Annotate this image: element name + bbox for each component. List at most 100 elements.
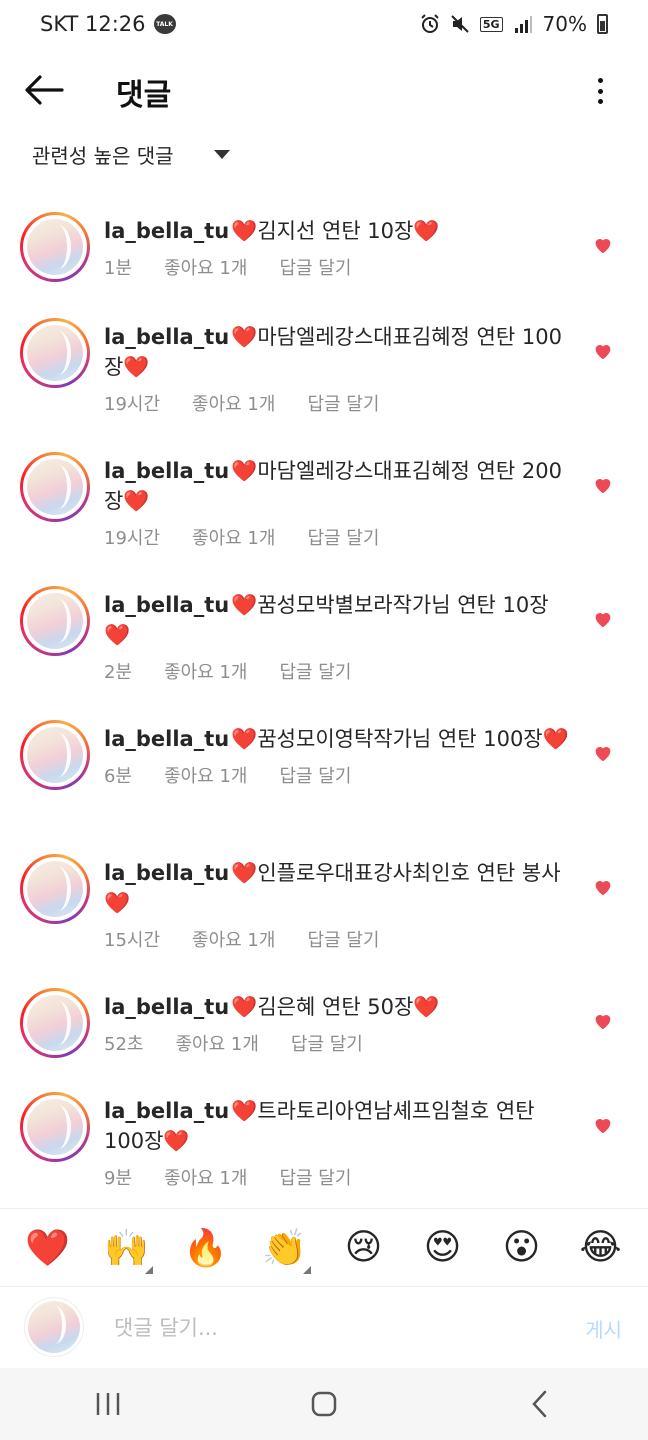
post-button[interactable]: 게시 bbox=[585, 1314, 622, 1343]
more-dot-icon bbox=[597, 78, 603, 83]
comment-likes[interactable]: 좋아요 1개 bbox=[164, 762, 247, 788]
comment-likes[interactable]: 좋아요 1개 bbox=[192, 390, 275, 416]
comment-item: la_bella_tu❤️꿈성모이영탁작가님 연탄 100장❤️ 6분 좋아요 … bbox=[0, 720, 648, 840]
heart-filled-icon[interactable] bbox=[592, 340, 614, 362]
heart-filled-icon[interactable] bbox=[592, 474, 614, 496]
comment-meta: 19시간 좋아요 1개 답글 달기 bbox=[104, 390, 574, 416]
home-button[interactable] bbox=[294, 1379, 354, 1429]
avatar[interactable] bbox=[20, 452, 90, 522]
comment-likes[interactable]: 좋아요 1개 bbox=[164, 254, 247, 280]
comment-time: 6분 bbox=[104, 766, 133, 787]
recent-apps-icon bbox=[96, 1393, 120, 1415]
avatar-image bbox=[27, 995, 83, 1051]
red-heart-emoji-icon: ❤️ bbox=[104, 891, 131, 915]
avatar[interactable] bbox=[20, 854, 90, 924]
comment-username[interactable]: la_bella_tu bbox=[104, 861, 229, 885]
comment-item: la_bella_tu❤️김지선 연탄 10장❤️ 1분 좋아요 1개 답글 달… bbox=[0, 212, 648, 312]
avatar[interactable] bbox=[20, 1092, 90, 1162]
battery-icon bbox=[597, 14, 608, 34]
red-heart-emoji-icon: ❤️ bbox=[231, 593, 258, 617]
system-back-button[interactable] bbox=[510, 1379, 570, 1429]
reply-button[interactable]: 답글 달기 bbox=[291, 1030, 363, 1056]
comment-content: 인플로우대표강사최인호 연탄 봉사 bbox=[257, 861, 561, 885]
reply-button[interactable]: 답글 달기 bbox=[279, 254, 351, 280]
heart-filled-icon[interactable] bbox=[592, 876, 614, 898]
recent-apps-button[interactable] bbox=[78, 1379, 138, 1429]
back-button[interactable] bbox=[22, 70, 66, 110]
more-dot-icon bbox=[597, 88, 603, 94]
more-dot-icon bbox=[597, 99, 603, 104]
sort-dropdown[interactable]: 관련성 높은 댓글 bbox=[32, 140, 230, 169]
emoji-clapping-button[interactable]: 👏 bbox=[257, 1220, 313, 1276]
heart-filled-icon[interactable] bbox=[592, 1010, 614, 1032]
comment-text: la_bella_tu❤️마담엘레강스대표김혜정 연탄 200장❤️ bbox=[104, 456, 574, 516]
status-bar: SKT 12:26 TALK 5G 70% bbox=[0, 0, 648, 54]
carrier-time: SKT 12:26 bbox=[40, 12, 146, 36]
comment-body: la_bella_tu❤️김은혜 연탄 50장❤️ 52초 좋아요 1개 답글 … bbox=[104, 992, 574, 1056]
avatar[interactable] bbox=[20, 318, 90, 388]
comment-item: la_bella_tu❤️김은혜 연탄 50장❤️ 52초 좋아요 1개 답글 … bbox=[0, 988, 648, 1088]
emoji-laughing-button[interactable]: 😂 bbox=[573, 1220, 629, 1276]
comment-item: la_bella_tu❤️인플로우대표강사최인호 연탄 봉사❤️ 15시간 좋아… bbox=[0, 854, 648, 974]
emoji-raised-hands-button[interactable]: 🙌 bbox=[99, 1220, 155, 1276]
kakaotalk-icon: TALK bbox=[153, 14, 176, 34]
heart-filled-icon[interactable] bbox=[592, 234, 614, 256]
comment-likes[interactable]: 좋아요 1개 bbox=[175, 1030, 258, 1056]
comment-likes[interactable]: 좋아요 1개 bbox=[192, 524, 275, 550]
comment-text: la_bella_tu❤️인플로우대표강사최인호 연탄 봉사❤️ bbox=[104, 858, 574, 918]
comment-username[interactable]: la_bella_tu bbox=[104, 727, 229, 751]
system-nav-bar bbox=[0, 1368, 648, 1440]
avatar[interactable] bbox=[20, 988, 90, 1058]
comment-time: 19시간 bbox=[104, 394, 161, 415]
red-heart-emoji-icon: ❤️ bbox=[123, 489, 150, 513]
emoji-heart-button[interactable]: ❤️ bbox=[20, 1220, 76, 1276]
avatar[interactable] bbox=[20, 720, 90, 790]
comment-username[interactable]: la_bella_tu bbox=[104, 325, 229, 349]
comment-username[interactable]: la_bella_tu bbox=[104, 459, 229, 483]
heart-filled-icon[interactable] bbox=[592, 1114, 614, 1136]
emoji-reaction-bar: ❤️ 🙌 🔥 👏 😢 😍 😮 😂 bbox=[0, 1208, 648, 1286]
comment-text: la_bella_tu❤️꿈성모이영탁작가님 연탄 100장❤️ bbox=[104, 724, 574, 754]
reply-button[interactable]: 답글 달기 bbox=[279, 1164, 351, 1190]
red-heart-emoji-icon: ❤️ bbox=[104, 623, 131, 647]
comment-likes[interactable]: 좋아요 1개 bbox=[192, 926, 275, 952]
alarm-icon bbox=[420, 14, 440, 34]
comment-username[interactable]: la_bella_tu bbox=[104, 995, 229, 1019]
status-right: 5G 70% bbox=[420, 12, 608, 36]
more-options-button[interactable] bbox=[586, 74, 614, 108]
emoji-crying-button[interactable]: 😢 bbox=[336, 1220, 392, 1276]
comment-username[interactable]: la_bella_tu bbox=[104, 219, 229, 243]
red-heart-emoji-icon: ❤️ bbox=[413, 995, 440, 1019]
comment-likes[interactable]: 좋아요 1개 bbox=[164, 658, 247, 684]
reply-button[interactable]: 답글 달기 bbox=[307, 524, 379, 550]
reply-button[interactable]: 답글 달기 bbox=[307, 926, 379, 952]
emoji-heart-eyes-button[interactable]: 😍 bbox=[415, 1220, 471, 1276]
comment-text: la_bella_tu❤️꿈성모박별보라작가님 연탄 10장❤️ bbox=[104, 590, 574, 650]
emoji-surprised-button[interactable]: 😮 bbox=[494, 1220, 550, 1276]
comment-likes[interactable]: 좋아요 1개 bbox=[164, 1164, 247, 1190]
comment-input[interactable] bbox=[114, 1309, 534, 1347]
comment-text: la_bella_tu❤️마담엘레강스대표김혜정 연탄 100장❤️ bbox=[104, 322, 574, 382]
avatar-image bbox=[27, 1099, 83, 1155]
reply-button[interactable]: 답글 달기 bbox=[279, 762, 351, 788]
red-heart-emoji-icon: ❤️ bbox=[231, 727, 258, 751]
reply-button[interactable]: 답글 달기 bbox=[307, 390, 379, 416]
comment-body: la_bella_tu❤️꿈성모이영탁작가님 연탄 100장❤️ 6분 좋아요 … bbox=[104, 724, 574, 788]
comment-content: 꿈성모이영탁작가님 연탄 100장 bbox=[257, 727, 543, 751]
caret-down-icon bbox=[213, 150, 230, 159]
avatar-image bbox=[27, 861, 83, 917]
raised-hands-icon: 🙌 bbox=[104, 1227, 149, 1269]
comment-username[interactable]: la_bella_tu bbox=[104, 1099, 229, 1123]
avatar[interactable] bbox=[20, 586, 90, 656]
heart-filled-icon[interactable] bbox=[592, 742, 614, 764]
skin-tone-indicator-icon bbox=[144, 1265, 153, 1274]
emoji-fire-button[interactable]: 🔥 bbox=[178, 1220, 234, 1276]
reply-button[interactable]: 답글 달기 bbox=[279, 658, 351, 684]
comment-username[interactable]: la_bella_tu bbox=[104, 593, 229, 617]
page-title: 댓글 bbox=[116, 78, 172, 113]
red-heart-emoji-icon: ❤️ bbox=[542, 727, 569, 751]
avatar[interactable] bbox=[20, 212, 90, 282]
comment-content: 김은혜 연탄 50장 bbox=[257, 995, 414, 1019]
comment-item: la_bella_tu❤️트라토리아연남셰프임철호 연탄 100장❤️ 9분 좋… bbox=[0, 1092, 648, 1212]
heart-filled-icon[interactable] bbox=[592, 608, 614, 630]
